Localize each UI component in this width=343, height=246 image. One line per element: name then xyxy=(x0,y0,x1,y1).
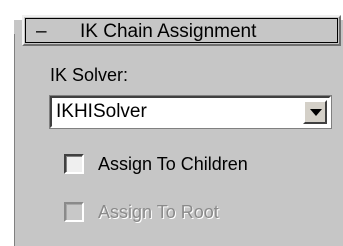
ik-solver-selected: IKHISolver xyxy=(56,101,147,122)
ik-solver-dropdown[interactable]: IKHISolver xyxy=(50,96,331,128)
chevron-down-icon xyxy=(310,109,322,116)
assign-to-children-checkbox[interactable] xyxy=(64,154,84,174)
panel-left-border xyxy=(14,34,15,246)
assign-to-root-checkbox[interactable] xyxy=(64,202,84,222)
rollout-title: IK Chain Assignment xyxy=(80,21,257,42)
dropdown-button[interactable] xyxy=(303,100,327,124)
collapse-icon[interactable]: – xyxy=(36,20,47,44)
rollout-header[interactable]: – IK Chain Assignment xyxy=(22,15,341,46)
assign-to-root-label[interactable]: Assign To Root xyxy=(98,200,219,224)
rollout-header-frame: – IK Chain Assignment xyxy=(25,18,338,43)
ik-solver-label: IK Solver: xyxy=(50,65,129,85)
assign-to-children-label[interactable]: Assign To Children xyxy=(98,152,248,176)
